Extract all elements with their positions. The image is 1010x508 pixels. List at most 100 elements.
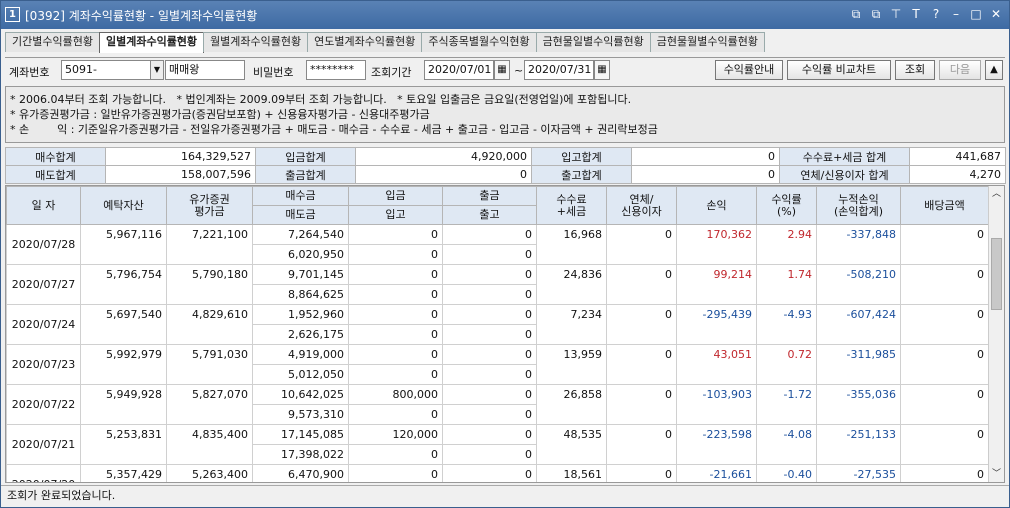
cell-stock-out: 0 — [442, 244, 537, 265]
font-size-icon[interactable]: T — [909, 6, 923, 22]
link-window-icon[interactable]: ⧉ — [849, 6, 863, 22]
table-row[interactable]: 2020/07/23 5,992,979 5,791,030 4,919,000 0 0 1… — [6, 344, 989, 385]
note-line: * 유가증권평가금 : 일반유가증권평가금(증권담보포함) + 신용융자평가금 … — [10, 108, 430, 121]
header-interest[interactable]: 연체/ 신용이자 — [606, 186, 677, 225]
query-button[interactable]: 조회 — [895, 60, 935, 80]
table-row[interactable]: 2020/07/28 5,967,116 7,221,100 7,264,540 0 0 1… — [6, 224, 989, 265]
vertical-scrollbar[interactable]: ︿ ﹀ — [988, 186, 1004, 482]
query-controls: 계좌번호 5091- ▼ 매매왕 비밀번호 ******** 조회기간 2020… — [5, 57, 1005, 83]
summary-row: 매도합계 158,007,596 출금합계 0 출고합계 0 연체/신용이자 합… — [5, 165, 1006, 184]
account-label: 계좌번호 — [9, 66, 50, 79]
header-pnl[interactable]: 손익 — [676, 186, 757, 225]
scroll-thumb[interactable] — [991, 238, 1002, 310]
calendar-to-icon[interactable]: ▦ — [594, 60, 610, 80]
account-name-field: 매매왕 — [165, 60, 245, 80]
header-cash-out[interactable]: 출금 — [442, 186, 537, 206]
return-guide-button[interactable]: 수익률안내 — [715, 60, 783, 80]
header-cumulative-pnl[interactable]: 누적손익 (손익합계) — [816, 186, 901, 225]
tab-yearly-account-return[interactable]: 연도별계좌수익률현황 — [307, 32, 423, 52]
header-stock-out[interactable]: 출고 — [442, 205, 537, 225]
password-input[interactable]: ******** — [306, 60, 366, 80]
table-row[interactable]: 2020/07/205,357,4295,263,4006,470,900001… — [6, 464, 989, 482]
collapse-up-button[interactable]: ▲ — [985, 60, 1003, 80]
account-dropdown-icon[interactable]: ▼ — [150, 60, 164, 80]
scroll-up-icon[interactable]: ︿ — [989, 186, 1004, 202]
tab-gold-daily-return[interactable]: 금현물일별수익률현황 — [535, 32, 651, 52]
cell-cumulative: -251,133 — [816, 424, 901, 465]
tab-daily-account-return[interactable]: 일별계좌수익률현황 — [98, 32, 205, 53]
header-dividend[interactable]: 배당금액 — [900, 186, 989, 225]
header-date[interactable]: 일 자 — [6, 186, 81, 225]
cell-cash-in: 0 — [348, 344, 443, 365]
help-icon[interactable]: ? — [929, 6, 943, 22]
cell-pnl: -103,903 — [676, 384, 757, 425]
header-deposit-assets[interactable]: 예탁자산 — [80, 186, 167, 225]
tab-stock-monthly-profit[interactable]: 주식종목별월수익현황 — [421, 32, 537, 52]
header-sell-amount[interactable]: 매도금 — [252, 205, 349, 225]
header-fee-tax[interactable]: 수수료 +세금 — [536, 186, 607, 225]
password-label: 비밀번호 — [253, 66, 294, 79]
cell-date: 2020/07/24 — [6, 304, 81, 345]
cell-sell: 17,398,022 — [252, 444, 349, 465]
table-row[interactable]: 2020/07/27 5,796,754 5,790,180 9,701,145 0 0 2… — [6, 264, 989, 305]
period-label: 조회기간 — [371, 66, 412, 79]
copy-window-icon[interactable]: ⧉ — [869, 6, 883, 22]
cell-buy: 9,701,145 — [252, 264, 349, 285]
header-securities-eval[interactable]: 유가증권 평가금 — [166, 186, 253, 225]
buy-total-label: 매수합계 — [5, 147, 106, 166]
header-return-rate[interactable]: 수익률 (%) — [756, 186, 817, 225]
tab-gold-monthly-return[interactable]: 금현물월별수익률현황 — [649, 32, 765, 52]
return-compare-chart-button[interactable]: 수익률 비교차트 — [787, 60, 891, 80]
table-row[interactable]: 2020/07/21 5,253,831 4,835,400 17,145,085 12… — [6, 424, 989, 465]
tab-monthly-account-return[interactable]: 월별계좌수익률현황 — [203, 32, 309, 52]
cell-rate: -1.72 — [756, 384, 817, 425]
cell-dividend: 0 — [900, 464, 989, 482]
cell-cash-in: 0 — [348, 464, 443, 482]
note-line: * 2006.04부터 조회 가능합니다. * 법인계좌는 2009.09부터 … — [10, 93, 632, 106]
cell-rate: 0.72 — [756, 344, 817, 385]
maximize-icon[interactable]: □ — [969, 6, 983, 22]
summary-row: 매수합계 164,329,527 입금합계 4,920,000 입고합계 0 수… — [5, 147, 1006, 166]
cell-stock-in: 0 — [348, 364, 443, 385]
cell-cumulative: -607,424 — [816, 304, 901, 345]
date-from-input[interactable]: 2020/07/01 — [424, 60, 494, 80]
header-buy-amount[interactable]: 매수금 — [252, 186, 349, 206]
cell-cash-out: 0 — [442, 344, 537, 365]
cell-sell: 2,626,175 — [252, 324, 349, 345]
pin-icon[interactable]: ⊤ — [889, 6, 903, 22]
header-stock-in[interactable]: 입고 — [348, 205, 443, 225]
cell-dividend: 0 — [900, 344, 989, 385]
cell-deposit: 5,697,540 — [80, 304, 167, 345]
cell-pnl: 43,051 — [676, 344, 757, 385]
cell-pnl: -223,598 — [676, 424, 757, 465]
cell-cash-out: 0 — [442, 264, 537, 285]
cell-eval: 4,835,400 — [166, 424, 253, 465]
daily-return-grid[interactable]: 일 자 예탁자산 유가증권 평가금 매수금 입금 출금 수수료 +세금 연체/ … — [5, 185, 1005, 483]
cell-interest: 0 — [606, 264, 677, 305]
cell-eval: 5,790,180 — [166, 264, 253, 305]
withdraw-total-value: 0 — [355, 165, 532, 184]
header-cash-in[interactable]: 입금 — [348, 186, 443, 206]
date-to-input[interactable]: 2020/07/31 — [524, 60, 594, 80]
next-button[interactable]: 다음 — [939, 60, 981, 80]
tab-period-return[interactable]: 기간별수익률현황 — [5, 32, 100, 52]
cell-pnl: -295,439 — [676, 304, 757, 345]
table-row[interactable]: 2020/07/22 5,949,928 5,827,070 10,642,025 80… — [6, 384, 989, 425]
calendar-from-icon[interactable]: ▦ — [494, 60, 510, 80]
scroll-down-icon[interactable]: ﹀ — [989, 466, 1004, 482]
grid-table: 일 자 예탁자산 유가증권 평가금 매수금 입금 출금 수수료 +세금 연체/ … — [6, 186, 989, 482]
deposit-total-label: 입금합계 — [255, 147, 356, 166]
cell-date: 2020/07/22 — [6, 384, 81, 425]
minimize-icon[interactable]: – — [949, 6, 963, 22]
cell-interest: 0 — [606, 224, 677, 265]
close-icon[interactable]: ✕ — [989, 6, 1003, 22]
account-number-input[interactable]: 5091- — [61, 60, 151, 80]
table-row[interactable]: 2020/07/24 5,697,540 4,829,610 1,952,960 0 0 7… — [6, 304, 989, 345]
cell-sell: 6,020,950 — [252, 244, 349, 265]
fee-tax-total-label: 수수료+세금 합계 — [779, 147, 910, 166]
cell-fee: 16,968 — [536, 224, 607, 265]
cell-eval: 5,827,070 — [166, 384, 253, 425]
cell-pnl: -21,661 — [676, 464, 757, 482]
cell-interest: 0 — [606, 344, 677, 385]
title-bar[interactable]: 1 [0392] 계좌수익률현황 - 일별계좌수익률현황 ⧉ ⧉ ⊤ T ? –… — [1, 1, 1009, 29]
